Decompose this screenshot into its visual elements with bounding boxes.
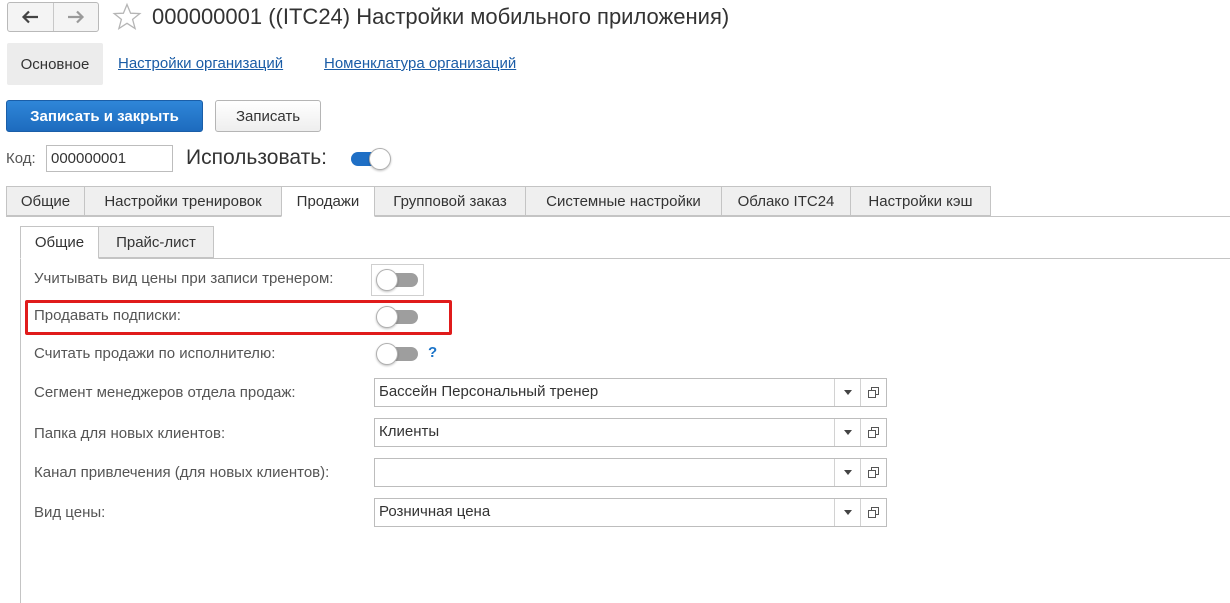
manager-segment-value[interactable]: Бассейн Персональный тренер — [375, 379, 834, 406]
forward-button[interactable] — [52, 3, 99, 31]
tabs-divider — [6, 216, 1230, 217]
help-icon[interactable]: ? — [428, 344, 437, 361]
use-toggle[interactable] — [347, 146, 391, 172]
open-window-icon — [868, 427, 879, 438]
back-button[interactable] — [8, 3, 53, 31]
manager-segment-label: Сегмент менеджеров отдела продаж: — [34, 384, 296, 401]
star-icon — [112, 2, 142, 30]
page-title: 000000001 ((ITC24) Настройки мобильного … — [152, 4, 730, 29]
navigation-buttons — [7, 2, 99, 32]
tab-group-order[interactable]: Групповой заказ — [374, 186, 526, 216]
price-type-label: Вид цены: — [34, 504, 106, 521]
price-type-field[interactable]: Розничная цена — [374, 498, 887, 527]
new-clients-folder-field[interactable]: Клиенты — [374, 418, 887, 447]
new-clients-folder-label: Папка для новых клиентов: — [34, 425, 226, 442]
chevron-down-icon — [843, 390, 852, 395]
save-button[interactable]: Записать — [215, 100, 321, 132]
section-link-org-settings[interactable]: Настройки организаций — [118, 55, 283, 72]
open-window-icon — [868, 507, 879, 518]
kod-input[interactable]: 000000001 — [46, 145, 173, 172]
save-and-close-button[interactable]: Записать и закрыть — [6, 100, 203, 132]
open-window-icon — [868, 467, 879, 478]
count-by-executor-toggle[interactable] — [376, 341, 420, 367]
sell-subscriptions-label: Продавать подписки: — [34, 307, 181, 324]
chevron-down-icon — [843, 470, 852, 475]
dropdown-button[interactable] — [834, 379, 860, 406]
subtab-general[interactable]: Общие — [20, 226, 99, 259]
favorite-button[interactable] — [112, 2, 142, 32]
kod-label: Код: — [6, 150, 36, 167]
subtab-price-list[interactable]: Прайс-лист — [98, 226, 214, 258]
open-button[interactable] — [860, 459, 886, 486]
section-link-org-nomenclature[interactable]: Номенклатура организаций — [324, 55, 516, 72]
acquisition-channel-value[interactable] — [375, 459, 834, 486]
chevron-down-icon — [843, 430, 852, 435]
section-main[interactable]: Основное — [7, 43, 103, 85]
price-type-value[interactable]: Розничная цена — [375, 499, 834, 526]
chevron-down-icon — [843, 510, 852, 515]
subtabs-divider — [20, 258, 1230, 259]
count-by-executor-label: Считать продажи по исполнителю: — [34, 345, 276, 362]
arrow-right-icon — [67, 10, 84, 24]
price-type-trainer-toggle[interactable] — [376, 267, 420, 293]
dropdown-button[interactable] — [834, 499, 860, 526]
manager-segment-field[interactable]: Бассейн Персональный тренер — [374, 378, 887, 407]
tab-system-settings[interactable]: Системные настройки — [525, 186, 722, 216]
acquisition-channel-label: Канал привлечения (для новых клиентов): — [34, 464, 330, 481]
price-type-trainer-label: Учитывать вид цены при записи тренером: — [34, 270, 334, 287]
use-label: Использовать: — [186, 146, 327, 169]
open-button[interactable] — [860, 379, 886, 406]
open-button[interactable] — [860, 499, 886, 526]
tab-cache-settings[interactable]: Настройки кэш — [850, 186, 991, 216]
new-clients-folder-value[interactable]: Клиенты — [375, 419, 834, 446]
arrow-left-icon — [22, 10, 39, 24]
open-button[interactable] — [860, 419, 886, 446]
open-window-icon — [868, 387, 879, 398]
tab-training-settings[interactable]: Настройки тренировок — [84, 186, 282, 216]
tab-sales[interactable]: Продажи — [281, 186, 375, 217]
dropdown-button[interactable] — [834, 459, 860, 486]
tab-cloud-itc24[interactable]: Облако ITC24 — [721, 186, 851, 216]
tab-general[interactable]: Общие — [6, 186, 85, 216]
panel-border — [20, 226, 21, 603]
acquisition-channel-field[interactable] — [374, 458, 887, 487]
dropdown-button[interactable] — [834, 419, 860, 446]
sell-subscriptions-toggle[interactable] — [376, 304, 420, 330]
